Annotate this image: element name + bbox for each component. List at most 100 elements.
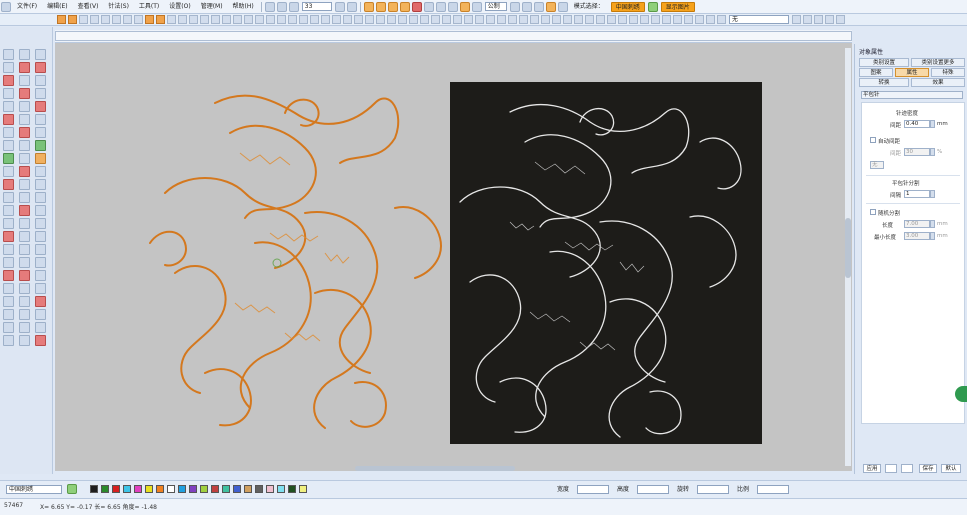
ruler-toggle-icon[interactable] xyxy=(475,15,484,24)
vertical-scrollbar[interactable] xyxy=(845,48,851,466)
stop-icon[interactable] xyxy=(332,15,341,24)
color-combo[interactable]: 无 xyxy=(729,15,789,24)
reshape-icon[interactable] xyxy=(68,15,77,24)
measure-tool-icon[interactable] xyxy=(3,283,14,294)
tab-properties[interactable]: 属性 xyxy=(895,68,929,77)
grid-toggle-icon[interactable] xyxy=(464,15,473,24)
clip-icon[interactable] xyxy=(35,257,46,268)
thread-icon[interactable] xyxy=(640,15,649,24)
emboss-icon[interactable] xyxy=(409,15,418,24)
pointer-icon[interactable] xyxy=(3,49,14,60)
density-icon[interactable] xyxy=(266,15,275,24)
stitch-type-select[interactable]: 平包针 xyxy=(861,91,963,99)
simulate-icon[interactable] xyxy=(431,15,440,24)
palette-add-icon[interactable] xyxy=(67,484,77,494)
line-icon[interactable] xyxy=(825,15,834,24)
length-spinner[interactable] xyxy=(930,220,935,228)
diamond-icon[interactable] xyxy=(3,205,14,216)
layer-icon[interactable] xyxy=(435,1,446,12)
team-name-icon[interactable] xyxy=(684,15,693,24)
trim-icon[interactable] xyxy=(310,15,319,24)
pattern-icon[interactable] xyxy=(35,231,46,242)
underlay-icon[interactable] xyxy=(277,15,286,24)
min-length-input[interactable]: 3.00 xyxy=(904,232,930,240)
rotate-icon[interactable] xyxy=(90,15,99,24)
footer-button-3[interactable] xyxy=(901,464,913,473)
color-picker-icon[interactable] xyxy=(3,322,14,333)
circle-tool-icon[interactable] xyxy=(35,140,46,151)
arc-icon[interactable] xyxy=(836,15,845,24)
apply-button[interactable]: 应用 xyxy=(863,464,881,473)
color-swatch[interactable] xyxy=(244,485,252,493)
color-swatch[interactable] xyxy=(134,485,142,493)
tie-icon[interactable] xyxy=(299,15,308,24)
color-swatch[interactable] xyxy=(277,485,285,493)
tab-category-more[interactable]: 类别设置更多 xyxy=(911,58,965,67)
star-icon[interactable] xyxy=(3,114,14,125)
join-icon[interactable] xyxy=(189,15,198,24)
default-button[interactable]: 默认 xyxy=(941,464,961,473)
auto-value-spinner[interactable] xyxy=(930,148,935,156)
color-swatch[interactable] xyxy=(145,485,153,493)
knife-icon[interactable] xyxy=(3,75,14,86)
image-view-icon[interactable] xyxy=(618,15,627,24)
transform-icon[interactable] xyxy=(35,62,46,73)
color-swatch[interactable] xyxy=(211,485,219,493)
tab-category-settings[interactable]: 类别设置 xyxy=(859,58,909,67)
color-view-icon[interactable] xyxy=(629,15,638,24)
color-swatch[interactable] xyxy=(255,485,263,493)
wave-icon[interactable] xyxy=(35,205,46,216)
zoom-combo[interactable]: 33 xyxy=(301,2,332,11)
run-tool-icon[interactable] xyxy=(399,1,410,12)
color-swatch[interactable] xyxy=(299,485,307,493)
freehand-icon[interactable] xyxy=(35,101,46,112)
angle-line-icon[interactable] xyxy=(19,309,30,320)
color-change-icon[interactable] xyxy=(343,15,352,24)
chain-stitch-icon[interactable] xyxy=(19,140,30,151)
texture-icon[interactable] xyxy=(35,270,46,281)
new-file-icon[interactable] xyxy=(1,1,11,12)
trace-icon[interactable] xyxy=(706,15,715,24)
zoom-in-icon[interactable] xyxy=(530,15,539,24)
menu-tools[interactable]: 工具(T) xyxy=(134,0,164,13)
color-swatch[interactable] xyxy=(222,485,230,493)
outline-tool-icon[interactable] xyxy=(3,244,14,255)
preview-icon[interactable] xyxy=(459,1,470,12)
hand-icon[interactable] xyxy=(3,296,14,307)
view-icon[interactable] xyxy=(334,1,345,12)
pan-icon[interactable] xyxy=(519,15,528,24)
cord-icon[interactable] xyxy=(398,15,407,24)
outline-view-icon[interactable] xyxy=(596,15,605,24)
fit-icon[interactable] xyxy=(552,15,561,24)
horizontal-scrollbar[interactable] xyxy=(355,466,515,471)
heart-icon[interactable] xyxy=(3,153,14,164)
actual-size-icon[interactable] xyxy=(563,15,572,24)
column-icon[interactable] xyxy=(19,257,30,268)
sort-icon[interactable] xyxy=(156,15,165,24)
zigzag-stitch-icon[interactable] xyxy=(19,153,30,164)
shape-icon[interactable] xyxy=(3,179,14,190)
export-icon[interactable] xyxy=(557,1,568,12)
split-icon[interactable] xyxy=(19,322,30,333)
hexagon-icon[interactable] xyxy=(35,179,46,190)
text-tool-icon[interactable] xyxy=(3,192,14,203)
scale-icon[interactable] xyxy=(101,15,110,24)
extra-select[interactable]: 无 xyxy=(870,161,884,169)
split-input[interactable]: 1 xyxy=(904,190,930,198)
satin-tool-icon[interactable] xyxy=(387,1,398,12)
lasso-icon[interactable] xyxy=(35,75,46,86)
redo-icon[interactable] xyxy=(276,1,287,12)
e-stitch-icon[interactable] xyxy=(19,166,30,177)
image-icon[interactable] xyxy=(447,1,458,12)
monogram-icon[interactable] xyxy=(673,15,682,24)
node-icon[interactable] xyxy=(803,15,812,24)
ungroup-icon[interactable] xyxy=(123,15,132,24)
badge-icon[interactable] xyxy=(35,335,46,346)
color-swatch[interactable] xyxy=(90,485,98,493)
footer-button-2[interactable] xyxy=(885,464,897,473)
grid-icon[interactable] xyxy=(346,1,357,12)
carve-icon[interactable] xyxy=(420,15,429,24)
triangle-icon[interactable] xyxy=(35,153,46,164)
weld-icon[interactable] xyxy=(167,15,176,24)
motif-stitch-icon[interactable] xyxy=(19,114,30,125)
